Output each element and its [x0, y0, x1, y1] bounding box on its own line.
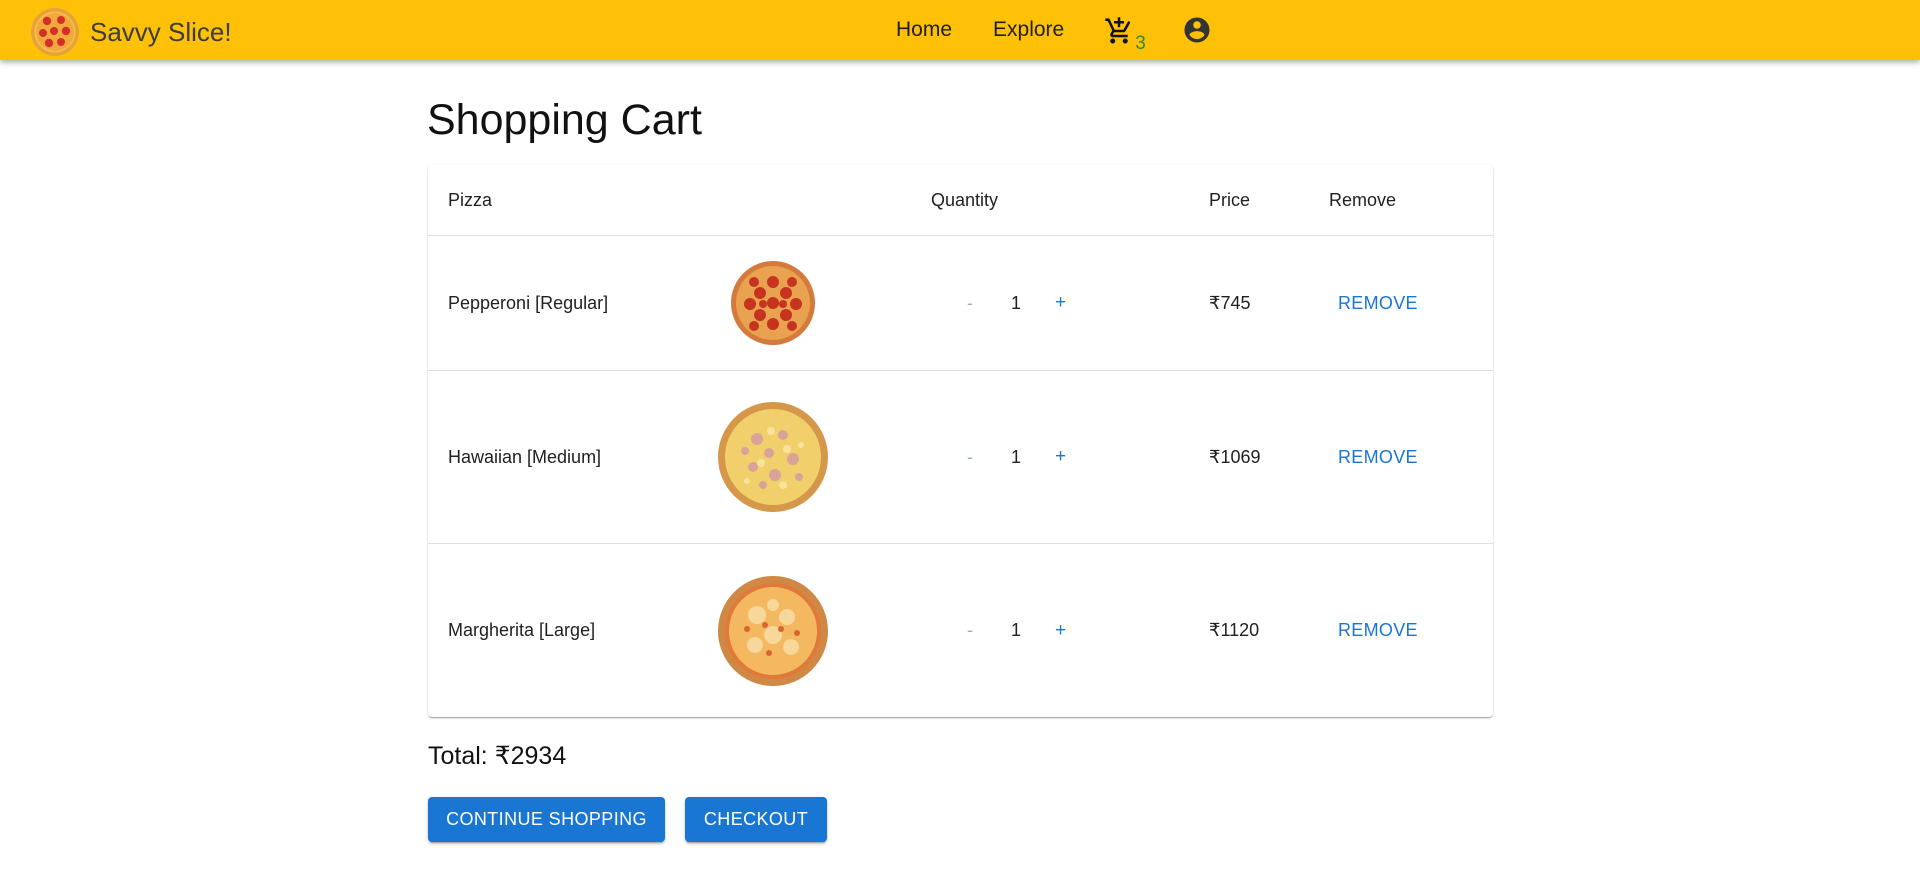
cart-icon[interactable]: [1104, 16, 1134, 46]
quantity-value: 1: [1011, 620, 1022, 640]
account-button[interactable]: [1182, 15, 1212, 45]
continue-shopping-button[interactable]: CONTINUE SHOPPING: [428, 797, 665, 842]
pizza-name: Hawaiian [Medium]: [448, 446, 602, 467]
cart-table: Pizza Quantity Price Remove Pepperoni [R…: [428, 165, 1493, 717]
pizza-name: Margherita [Large]: [448, 620, 596, 640]
table-header-row: Pizza Quantity Price Remove: [428, 165, 1493, 236]
quantity-decrease-button[interactable]: -: [967, 293, 973, 314]
quantity-value: 1: [1011, 446, 1022, 467]
page-title: Shopping Cart: [427, 96, 702, 144]
header-price: Price: [1209, 190, 1251, 210]
item-price: ₹1120: [1209, 620, 1260, 640]
remove-button[interactable]: REMOVE: [1338, 620, 1418, 641]
header-quantity: Quantity: [931, 190, 999, 210]
pizza-name: Pepperoni [Regular]: [448, 292, 609, 313]
remove-button[interactable]: REMOVE: [1338, 447, 1418, 468]
quantity-decrease-button[interactable]: -: [967, 447, 973, 468]
brand[interactable]: Savvy Slice!: [30, 7, 232, 57]
app-bar: Savvy Slice! Home Explore 3: [0, 0, 1920, 60]
quantity-value: 1: [1011, 292, 1022, 313]
main-nav: Home Explore 3: [896, 0, 1212, 60]
account-circle-icon[interactable]: [1182, 15, 1212, 45]
table-row: Hawaiian [Medium] - 1 + ₹1069 REMOVE: [428, 371, 1493, 544]
item-price: ₹745: [1209, 292, 1251, 313]
header-pizza: Pizza: [448, 190, 493, 210]
pepperoni-pizza-image: [731, 261, 815, 345]
brand-name[interactable]: Savvy Slice!: [90, 17, 232, 48]
table-row: Margherita [Large] - 1 + ₹1120 REMOVE: [428, 544, 1493, 717]
cart-count-badge: 3: [1135, 33, 1146, 54]
item-price: ₹1069: [1209, 446, 1261, 467]
checkout-button[interactable]: CHECKOUT: [685, 797, 827, 842]
header-remove: Remove: [1329, 190, 1397, 210]
cart-total: Total: ₹2934: [428, 742, 567, 770]
remove-button[interactable]: REMOVE: [1338, 293, 1418, 314]
quantity-increase-button[interactable]: +: [1055, 292, 1066, 314]
nav-explore-link[interactable]: Explore: [993, 18, 1064, 42]
quantity-decrease-button[interactable]: -: [967, 620, 973, 641]
quantity-increase-button[interactable]: +: [1055, 620, 1066, 642]
margherita-pizza-image: [718, 575, 828, 686]
hawaiian-pizza-image: [718, 402, 828, 512]
nav-home-link[interactable]: Home: [896, 18, 952, 42]
pizza-logo-icon[interactable]: [30, 7, 80, 57]
table-row: Pepperoni [Regular] - 1 + ₹745 REMOVE: [428, 236, 1493, 371]
quantity-increase-button[interactable]: +: [1055, 446, 1066, 468]
cart-button[interactable]: 3: [1104, 14, 1146, 53]
